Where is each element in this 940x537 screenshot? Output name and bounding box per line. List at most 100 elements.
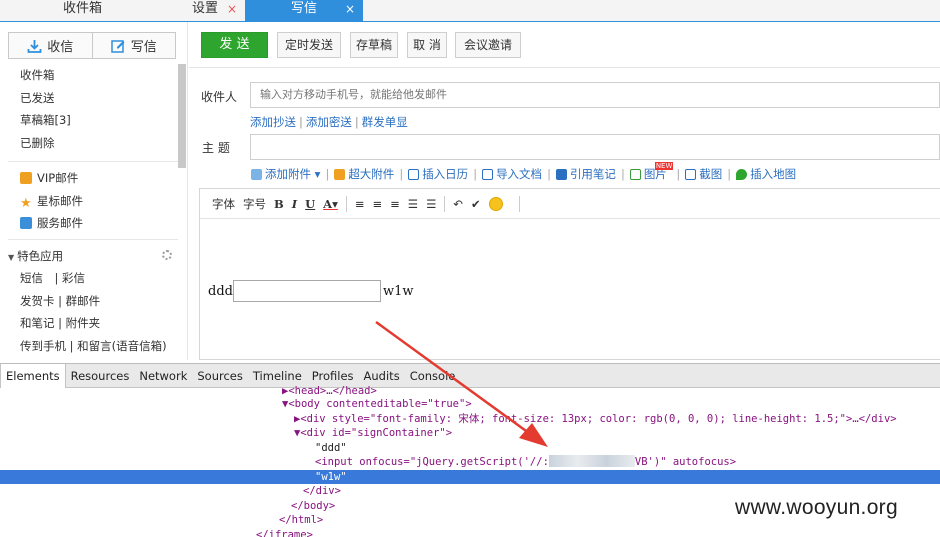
close-icon[interactable]: × xyxy=(345,0,355,18)
note-icon xyxy=(555,168,567,180)
compose-label: 写信 xyxy=(130,40,157,55)
dom-node-input[interactable]: <input onfocus="jQuery.getScript('//: VB'… xyxy=(0,455,940,469)
editor-text-before: ddd xyxy=(208,284,233,299)
gear-icon[interactable] xyxy=(162,250,172,260)
apps-header[interactable]: ▼ 特色应用 xyxy=(8,245,63,268)
receive-button[interactable]: 收信 xyxy=(9,33,92,58)
sidebar-item-service[interactable]: 服务邮件 xyxy=(20,212,83,235)
to-label: 收件人 xyxy=(201,90,238,104)
dom-node[interactable]: "ddd" xyxy=(0,441,940,455)
add-cc-link[interactable]: 添加抄送 xyxy=(250,115,296,129)
app-item[interactable]: 传到手机 | 和留言(语音信箱) xyxy=(20,335,167,358)
dom-node[interactable]: ▶<div style="font-family: 宋体; font-size:… xyxy=(0,412,940,426)
save-draft-button[interactable]: 存草稿 xyxy=(350,32,398,58)
font-size-button[interactable]: 字号 xyxy=(243,196,266,212)
app-item[interactable]: 发贺卡 | 群邮件 xyxy=(20,290,167,313)
underline-button[interactable]: U xyxy=(305,197,315,211)
sidebar-item-label: 星标邮件 xyxy=(37,193,83,208)
insert-map-link[interactable]: 插入地图 xyxy=(750,166,796,182)
screenshot-link[interactable]: 截图 xyxy=(699,166,722,182)
send-button[interactable]: 发 送 xyxy=(201,32,268,58)
attachment-toolbar: 添加附件 ▾ | 超大附件 | 插入日历 | 导入文档 | 引用笔记 | 图片 NEW | 截… xyxy=(251,162,796,182)
group-send-link[interactable]: 群发单显 xyxy=(362,115,408,129)
large-file-icon xyxy=(334,168,346,180)
calendar-icon xyxy=(408,168,420,180)
add-bcc-link[interactable]: 添加密送 xyxy=(306,115,352,129)
redacted-url xyxy=(548,455,635,467)
tab-inbox[interactable]: 收件箱 xyxy=(0,0,165,22)
format-toolbar: 字体 字号 B I U A▾ ≡ ≡ ≡ ☰ ☰ ↶ ✔ xyxy=(200,189,940,219)
tab-compose[interactable]: 写信 × xyxy=(245,0,363,22)
dom-node-selected[interactable]: "w1w" xyxy=(0,469,940,484)
apps-list: 短信 | 彩信 发贺卡 | 群邮件 和笔记 | 附件夹 传到手机 | 和留言(语… xyxy=(20,267,167,357)
collapse-icon: ▼ xyxy=(8,253,15,262)
paperclip-icon xyxy=(251,168,262,180)
divider xyxy=(8,239,178,240)
large-attachment-link[interactable]: 超大附件 xyxy=(348,166,394,182)
dom-text: <input onfocus="jQuery.getScript('//: xyxy=(315,456,549,468)
import-doc-link[interactable]: 导入文档 xyxy=(496,166,542,182)
rich-text-editor[interactable]: 字体 字号 B I U A▾ ≡ ≡ ≡ ☰ ☰ ↶ ✔ ddd w1w xyxy=(199,188,940,360)
new-badge: NEW xyxy=(654,162,674,170)
star-icon: ★ xyxy=(20,195,32,211)
sidebar-item-vip[interactable]: VIP邮件 xyxy=(20,167,83,190)
screenshot-icon xyxy=(685,168,697,180)
injected-input-field[interactable] xyxy=(233,280,381,302)
add-attachment-link[interactable]: 添加附件 ▾ xyxy=(265,166,320,182)
dom-node[interactable]: </iframe> xyxy=(0,528,940,537)
app-item[interactable]: 短信 | 彩信 xyxy=(20,267,167,290)
meeting-invite-button[interactable]: 会议邀请 xyxy=(455,32,521,58)
subject-label: 主 题 xyxy=(202,141,230,155)
editor-text-after: w1w xyxy=(383,284,414,299)
cancel-button[interactable]: 取 消 xyxy=(407,32,447,58)
sidebar: 收信 写信 收件箱 已发送 草稿箱[3] 已删除 VIP邮件 ★ 星标邮件 服务邮… xyxy=(0,22,188,360)
emoji-icon[interactable] xyxy=(488,196,503,211)
compose-button[interactable]: 写信 xyxy=(91,33,176,58)
sidebar-item-starred[interactable]: ★ 星标邮件 xyxy=(20,190,83,213)
dom-node[interactable]: ▼<body contenteditable="true"> xyxy=(0,397,940,411)
document-icon xyxy=(482,168,494,180)
align-right-icon[interactable]: ≡ xyxy=(390,197,400,211)
close-icon[interactable]: × xyxy=(227,0,237,18)
tab-label: 设置 xyxy=(191,1,218,16)
clear-format-icon[interactable]: ✔ xyxy=(471,197,481,211)
align-left-icon[interactable]: ≡ xyxy=(355,197,365,211)
recipient-input[interactable] xyxy=(250,82,940,108)
bullet-list-icon[interactable]: ☰ xyxy=(408,197,418,211)
tab-bar: 收件箱 设置 × 写信 × xyxy=(0,0,940,22)
sidebar-item-label: VIP邮件 xyxy=(37,171,79,185)
apps-title: 特色应用 xyxy=(17,249,64,263)
bold-button[interactable]: B xyxy=(274,197,284,211)
font-family-button[interactable]: 字体 xyxy=(212,196,235,212)
folder-inbox[interactable]: 收件箱 xyxy=(20,64,71,87)
app-item[interactable]: 和笔记 | 附件夹 xyxy=(20,312,167,335)
folder-deleted[interactable]: 已删除 xyxy=(20,132,71,155)
align-center-icon[interactable]: ≡ xyxy=(373,197,383,211)
folder-list: 收件箱 已发送 草稿箱[3] 已删除 xyxy=(20,64,71,154)
tab-label: 写信 xyxy=(290,1,317,16)
vip-icon xyxy=(20,172,32,184)
download-icon xyxy=(27,39,42,53)
image-icon xyxy=(629,168,641,180)
schedule-send-button[interactable]: 定时发送 xyxy=(277,32,341,58)
dom-node[interactable]: ▼<div id="signContainer"> xyxy=(0,426,940,440)
sidebar-scrollbar[interactable] xyxy=(178,64,186,168)
folder-drafts[interactable]: 草稿箱[3] xyxy=(20,109,71,132)
divider xyxy=(8,161,178,162)
subject-input[interactable] xyxy=(250,134,940,160)
compose-panel: 发 送 定时发送 存草稿 取 消 会议邀请 收件人 添加抄送|添加密送|群发单显… xyxy=(189,22,940,360)
recipient-links: 添加抄送 | 添加密送 | 群发单显 xyxy=(250,115,408,129)
font-color-button[interactable]: A▾ xyxy=(323,197,338,211)
map-pin-icon xyxy=(736,168,748,180)
numbered-list-icon[interactable]: ☰ xyxy=(426,197,436,211)
folder-sent[interactable]: 已发送 xyxy=(20,87,71,110)
italic-button[interactable]: I xyxy=(292,197,297,211)
sidebar-item-label: 服务邮件 xyxy=(37,216,83,230)
compose-toolbar: 发 送 定时发送 存草稿 取 消 会议邀请 xyxy=(189,22,940,68)
quote-note-link[interactable]: 引用笔记 xyxy=(570,166,616,182)
undo-icon[interactable]: ↶ xyxy=(453,197,463,211)
tab-settings[interactable]: 设置 × xyxy=(165,0,245,22)
dom-text: VB')" autofocus> xyxy=(634,456,737,468)
special-list: VIP邮件 ★ 星标邮件 服务邮件 xyxy=(20,167,83,235)
insert-calendar-link[interactable]: 插入日历 xyxy=(422,166,468,182)
